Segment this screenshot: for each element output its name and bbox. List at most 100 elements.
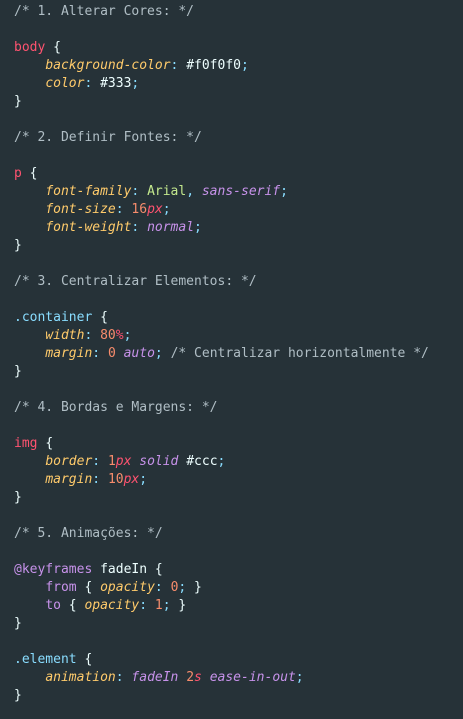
code-line: .container { xyxy=(14,309,463,327)
code-line: from { opacity: 0; } xyxy=(14,579,463,597)
code-punctuation: : xyxy=(92,472,101,487)
css-number: 16 xyxy=(131,202,148,217)
css-property: opacity xyxy=(84,598,140,613)
code-brace: } xyxy=(14,94,22,109)
css-keyword-value: solid xyxy=(139,454,179,469)
code-punctuation: : xyxy=(115,202,124,217)
code-line: } xyxy=(14,687,463,705)
code-brace: { xyxy=(45,436,54,451)
code-brace: } xyxy=(14,364,22,379)
code-punctuation: : xyxy=(154,580,163,595)
css-property: margin xyxy=(45,472,93,487)
css-property: opacity xyxy=(100,580,155,595)
css-property: animation xyxy=(45,670,116,685)
css-keyword-value: fadeIn xyxy=(131,670,179,685)
css-unit: % xyxy=(115,328,124,343)
code-line: } xyxy=(14,489,463,507)
code-comment: /* 4. Bordas e Margens: */ xyxy=(14,400,218,415)
css-number: 80 xyxy=(100,328,116,343)
code-brace: } xyxy=(194,580,202,595)
code-line: to { opacity: 1; } xyxy=(14,597,463,615)
code-punctuation: : xyxy=(115,670,124,685)
code-line: /* 4. Bordas e Margens: */ xyxy=(14,399,463,417)
code-brace: } xyxy=(14,490,22,505)
css-keyword: to xyxy=(45,598,61,613)
code-comment: /* 3. Centralizar Elementos: */ xyxy=(14,274,257,289)
code-line: body { xyxy=(14,39,463,57)
css-number: 10 xyxy=(107,472,124,487)
code-brace: { xyxy=(154,562,163,577)
code-line: /* 1. Alterar Cores: */ xyxy=(14,3,463,21)
code-line: } xyxy=(14,363,463,381)
code-line: } xyxy=(14,237,463,255)
code-editor[interactable]: /* 1. Alterar Cores: */ body { backgroun… xyxy=(0,0,463,719)
code-line: font-weight: normal; xyxy=(14,219,463,237)
css-unit: px xyxy=(147,202,163,217)
css-selector: p xyxy=(14,166,22,181)
code-punctuation: ; xyxy=(217,454,226,469)
css-hex-color: #ccc xyxy=(186,454,218,469)
code-punctuation: ; xyxy=(295,670,304,685)
css-property: font-weight xyxy=(45,220,132,235)
code-comment: /* 5. Animações: */ xyxy=(14,526,163,541)
code-line: background-color: #f0f0f0; xyxy=(14,57,463,75)
code-punctuation: : xyxy=(92,454,101,469)
code-punctuation: ; xyxy=(194,220,202,235)
code-line: /* 5. Animações: */ xyxy=(14,525,463,543)
css-property: width xyxy=(45,328,85,343)
code-line: p { xyxy=(14,165,463,183)
code-line: /* 3. Centralizar Elementos: */ xyxy=(14,273,463,291)
code-comment: /* 2. Definir Fontes: */ xyxy=(14,130,202,145)
code-punctuation: ; xyxy=(154,346,163,361)
code-punctuation: : xyxy=(139,598,148,613)
code-line: .element { xyxy=(14,651,463,669)
code-brace: { xyxy=(100,310,108,325)
css-property: font-family xyxy=(45,184,132,199)
code-brace: } xyxy=(14,688,22,703)
css-number: 1 xyxy=(107,454,116,469)
css-keyword: from xyxy=(45,580,77,595)
css-hex-color: #f0f0f0 xyxy=(186,58,241,73)
code-line: } xyxy=(14,615,463,633)
code-punctuation: ; xyxy=(162,598,171,613)
code-line: animation: fadeIn 2s ease-in-out; xyxy=(14,669,463,687)
css-keyword-value: sans-serif xyxy=(201,184,281,199)
css-property: color xyxy=(45,76,85,91)
css-number: 0 xyxy=(107,346,116,361)
code-line: font-family: Arial, sans-serif; xyxy=(14,183,463,201)
code-line: margin: 10px; xyxy=(14,471,463,489)
css-property: background-color xyxy=(45,58,171,73)
code-comment: /* 1. Alterar Cores: */ xyxy=(14,4,195,19)
code-punctuation: ; xyxy=(241,58,249,73)
